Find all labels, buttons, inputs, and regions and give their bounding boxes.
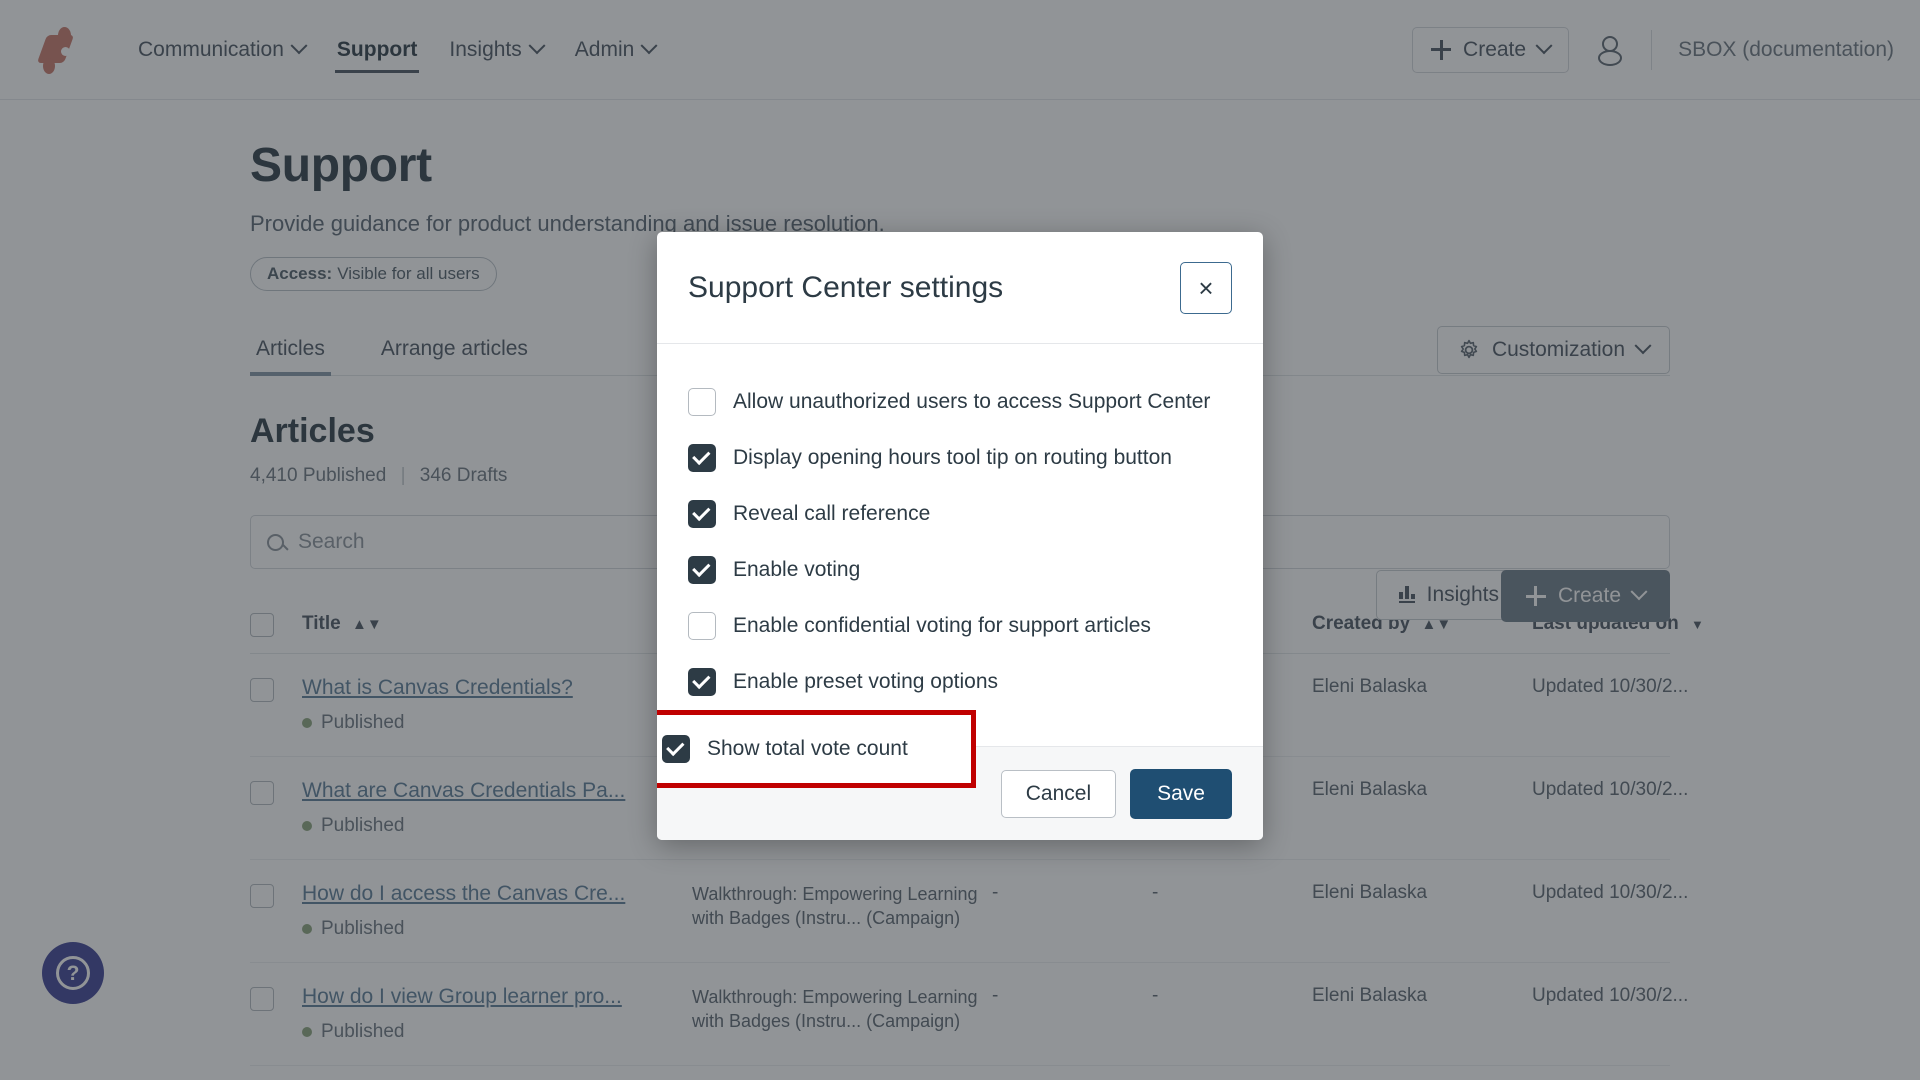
option-allow-unauthorized-users[interactable]: Allow unauthorized users to access Suppo… — [688, 374, 1232, 430]
checkbox-icon[interactable] — [688, 444, 716, 472]
checkbox-icon[interactable] — [662, 735, 690, 763]
dialog-header: Support Center settings × — [657, 232, 1263, 344]
save-button[interactable]: Save — [1130, 768, 1232, 819]
cancel-button[interactable]: Cancel — [1000, 769, 1117, 818]
close-icon[interactable]: × — [1180, 261, 1232, 314]
option-label: Reveal call reference — [733, 502, 931, 525]
checkbox-icon[interactable] — [688, 612, 716, 640]
option-label: Enable preset voting options — [733, 670, 999, 693]
option-display-opening-hours-tooltip[interactable]: Display opening hours tool tip on routin… — [688, 430, 1232, 486]
option-label: Enable voting — [733, 558, 861, 581]
support-center-settings-dialog: Support Center settings × Allow unauthor… — [657, 232, 1263, 840]
option-label: Allow unauthorized users to access Suppo… — [733, 390, 1211, 413]
checkbox-icon[interactable] — [688, 500, 716, 528]
checkbox-icon[interactable] — [688, 556, 716, 584]
option-label: Show total vote count — [707, 737, 908, 760]
option-show-total-vote-count[interactable]: Show total vote count — [657, 721, 971, 777]
checkbox-icon[interactable] — [688, 388, 716, 416]
highlight-annotation: Show total vote count — [657, 710, 976, 788]
option-reveal-call-reference[interactable]: Reveal call reference — [688, 486, 1232, 542]
checkbox-icon[interactable] — [688, 668, 716, 696]
dialog-body: Allow unauthorized users to access Suppo… — [657, 344, 1263, 788]
option-enable-preset-voting-options[interactable]: Enable preset voting options — [688, 654, 1232, 710]
dialog-title: Support Center settings — [688, 270, 1004, 304]
screen-root: Communication Support Insights Admin — [0, 0, 1920, 1080]
option-label: Display opening hours tool tip on routin… — [733, 446, 1172, 469]
option-enable-confidential-voting[interactable]: Enable confidential voting for support a… — [688, 598, 1232, 654]
option-label: Enable confidential voting for support a… — [733, 614, 1151, 637]
option-enable-voting[interactable]: Enable voting — [688, 542, 1232, 598]
